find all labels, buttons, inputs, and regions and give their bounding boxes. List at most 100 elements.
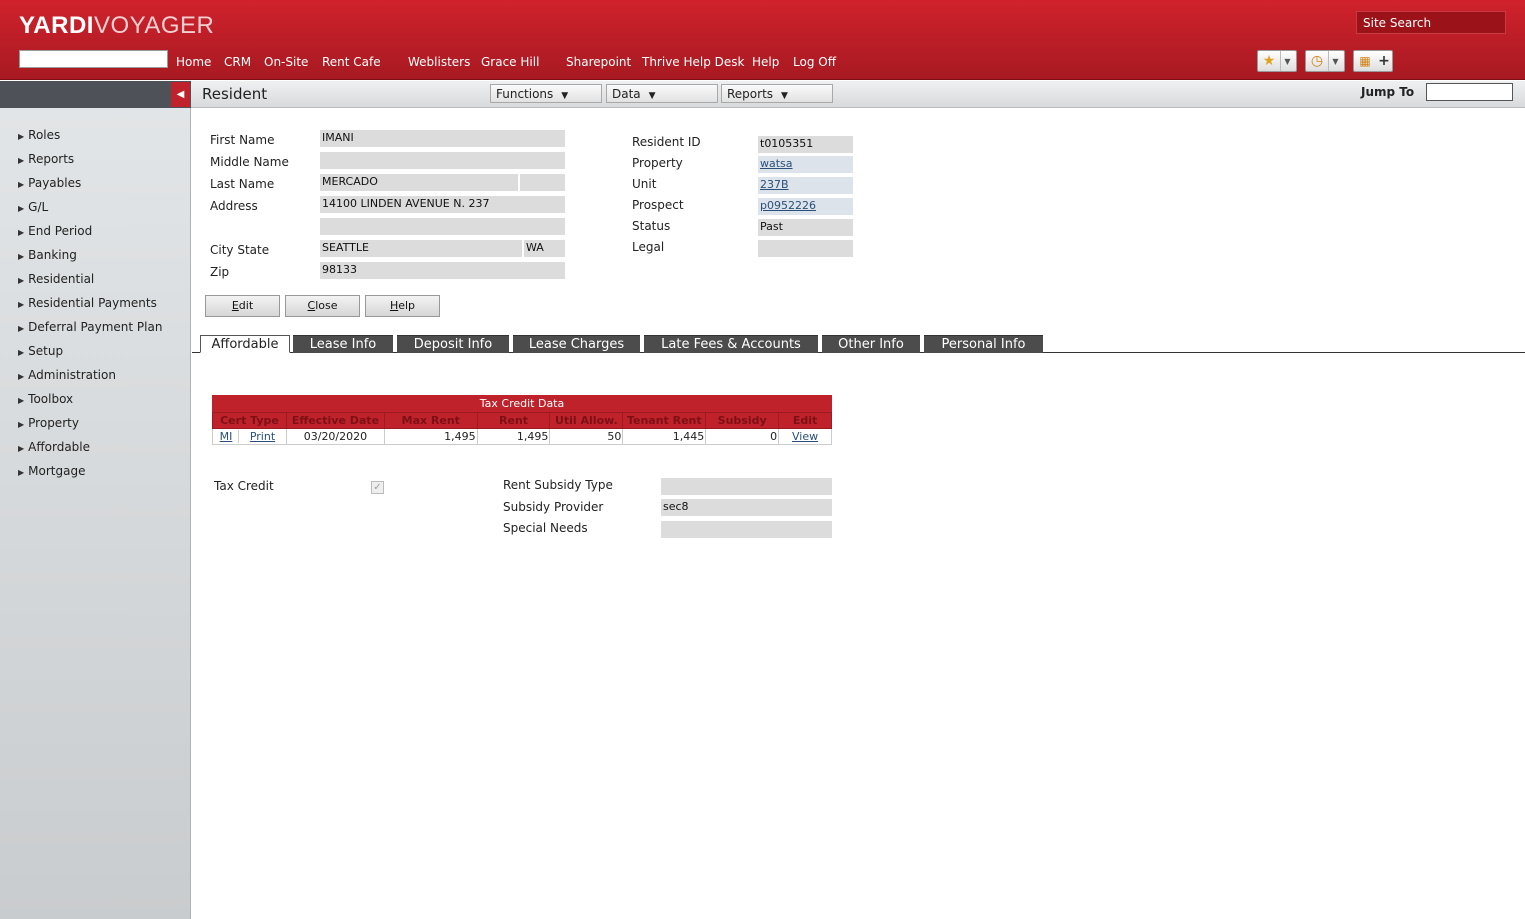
- nav-log-off[interactable]: Log Off: [793, 55, 836, 69]
- header-search-input[interactable]: [19, 50, 168, 68]
- sidebar-item-gl[interactable]: ▶ G/L: [18, 200, 162, 224]
- sidebar-item-residential-payments[interactable]: ▶ Residential Payments: [18, 296, 162, 320]
- tab-other-info[interactable]: Other Info: [822, 335, 920, 353]
- reports-menu[interactable]: Reports ▼: [721, 84, 833, 103]
- last-name-label: Last Name: [210, 177, 275, 191]
- tab-lease-info[interactable]: Lease Info: [293, 335, 393, 353]
- jump-to-label: Jump To: [1361, 85, 1415, 99]
- subsidy-provider-label: Subsidy Provider: [503, 500, 604, 514]
- col-cert-type: Cert Type: [212, 412, 287, 429]
- close-button[interactable]: Close: [285, 295, 360, 317]
- table-row: MI Print 03/20/2020 1,495 1,495 50 1,445 …: [212, 428, 832, 445]
- logo-bold: YARDI: [19, 12, 94, 39]
- data-menu[interactable]: Data ▼: [606, 84, 718, 103]
- state-field: WA: [524, 240, 565, 257]
- recent-button[interactable]: ◷ ▼: [1305, 50, 1345, 72]
- nav-rent-cafe[interactable]: Rent Cafe: [322, 55, 381, 69]
- rent-cell: 1,495: [476, 428, 551, 445]
- special-needs-field: [661, 521, 832, 538]
- nav-help[interactable]: Help: [752, 55, 779, 69]
- middle-name-field: [320, 152, 565, 169]
- col-edit: Edit: [778, 412, 832, 429]
- functions-menu[interactable]: Functions ▼: [490, 84, 602, 103]
- city-state-label: City State: [210, 243, 270, 257]
- print-link[interactable]: Print: [250, 430, 275, 443]
- sidebar-item-setup[interactable]: ▶ Setup: [18, 344, 162, 368]
- special-needs-label: Special Needs: [503, 521, 588, 535]
- address-line1-field: 14100 LINDEN AVENUE N. 237: [320, 196, 565, 213]
- jump-to-input[interactable]: [1426, 83, 1513, 101]
- unit-label: Unit: [632, 177, 657, 191]
- sidebar-item-toolbox[interactable]: ▶ Toolbox: [18, 392, 162, 416]
- first-name-field: IMANI: [320, 130, 565, 147]
- clock-icon: ◷: [1310, 53, 1324, 69]
- tab-affordable[interactable]: Affordable: [200, 335, 290, 353]
- edit-button[interactable]: Edit: [205, 295, 280, 317]
- sidebar-item-residential[interactable]: ▶ Residential: [18, 272, 162, 296]
- col-effective-date: Effective Date: [285, 412, 385, 429]
- status-field: Past: [758, 219, 853, 236]
- dashboard-button[interactable]: ▦ +: [1353, 50, 1393, 72]
- col-max-rent: Max Rent: [383, 412, 478, 429]
- util-allow-cell: 50: [549, 428, 624, 445]
- sidebar-item-affordable[interactable]: ▶ Affordable: [18, 440, 162, 464]
- caret-down-icon: ▼: [781, 91, 788, 101]
- unit-link[interactable]: 237B: [758, 177, 853, 194]
- prospect-link[interactable]: p0952226: [758, 198, 853, 215]
- nav-sharepoint[interactable]: Sharepoint: [566, 55, 631, 69]
- first-name-label: First Name: [210, 133, 275, 147]
- col-rent: Rent: [476, 412, 551, 429]
- resident-id-label: Resident ID: [632, 135, 701, 149]
- property-label: Property: [632, 156, 683, 170]
- tab-personal-info[interactable]: Personal Info: [924, 335, 1043, 353]
- tax-credit-checkbox[interactable]: ✓: [371, 481, 384, 494]
- chevron-down-icon: ▼: [1328, 51, 1342, 71]
- col-tenant-rent: Tenant Rent: [622, 412, 707, 429]
- nav-home[interactable]: Home: [176, 55, 211, 69]
- nav-on-site[interactable]: On-Site: [264, 55, 308, 69]
- zip-field: 98133: [320, 262, 565, 279]
- nav-grace-hill[interactable]: Grace Hill: [481, 55, 539, 69]
- help-button[interactable]: Help: [365, 295, 440, 317]
- address-label: Address: [210, 199, 258, 213]
- site-search-input[interactable]: Site Search: [1356, 11, 1506, 34]
- sidebar-item-roles[interactable]: ▶ Roles: [18, 128, 162, 152]
- page-toolbar: [191, 81, 1525, 108]
- sidebar-item-mortgage[interactable]: ▶ Mortgage: [18, 464, 162, 488]
- sidebar-item-banking[interactable]: ▶ Banking: [18, 248, 162, 272]
- tab-deposit-info[interactable]: Deposit Info: [397, 335, 509, 353]
- nav-thrive-help-desk[interactable]: Thrive Help Desk: [642, 55, 745, 69]
- sidebar-item-administration[interactable]: ▶ Administration: [18, 368, 162, 392]
- status-label: Status: [632, 219, 671, 233]
- tax-credit-title: Tax Credit Data: [212, 395, 832, 412]
- sidebar-header: [0, 81, 191, 108]
- col-subsidy: Subsidy: [705, 412, 780, 429]
- caret-down-icon: ▼: [561, 91, 569, 101]
- prospect-label: Prospect: [632, 198, 684, 212]
- nav-weblisters[interactable]: Weblisters: [408, 55, 470, 69]
- sidebar-item-reports[interactable]: ▶ Reports: [18, 152, 162, 176]
- tab-lease-charges[interactable]: Lease Charges: [513, 335, 640, 353]
- property-link[interactable]: watsa: [758, 156, 853, 173]
- subsidy-cell: 0: [705, 428, 780, 445]
- sidebar-item-end-period[interactable]: ▶ End Period: [18, 224, 162, 248]
- nav-crm[interactable]: CRM: [224, 55, 251, 69]
- sidebar-item-deferral-payment-plan[interactable]: ▶ Deferral Payment Plan: [18, 320, 162, 344]
- chevron-down-icon: ▼: [1280, 51, 1294, 71]
- cert-type-link[interactable]: MI: [220, 430, 233, 443]
- plus-icon: +: [1378, 53, 1390, 69]
- rent-subsidy-type-label: Rent Subsidy Type: [503, 478, 613, 492]
- yardi-voyager-logo[interactable]: YARDIVOYAGER: [19, 12, 214, 40]
- sidebar-item-property[interactable]: ▶ Property: [18, 416, 162, 440]
- last-name-field: MERCADO: [320, 174, 518, 191]
- middle-name-label: Middle Name: [210, 155, 289, 169]
- caret-down-icon: ▼: [648, 91, 656, 101]
- collapse-sidebar-button[interactable]: ◀: [171, 82, 190, 107]
- favorites-button[interactable]: ★ ▼: [1257, 50, 1297, 72]
- page-title: Resident: [202, 85, 268, 103]
- view-link[interactable]: View: [792, 430, 818, 443]
- legal-field: [758, 240, 853, 257]
- tab-late-fees-accounts[interactable]: Late Fees & Accounts: [644, 335, 818, 353]
- sidebar-item-payables[interactable]: ▶ Payables: [18, 176, 162, 200]
- tax-credit-table: Cert Type Effective Date Max Rent Rent U…: [212, 412, 832, 445]
